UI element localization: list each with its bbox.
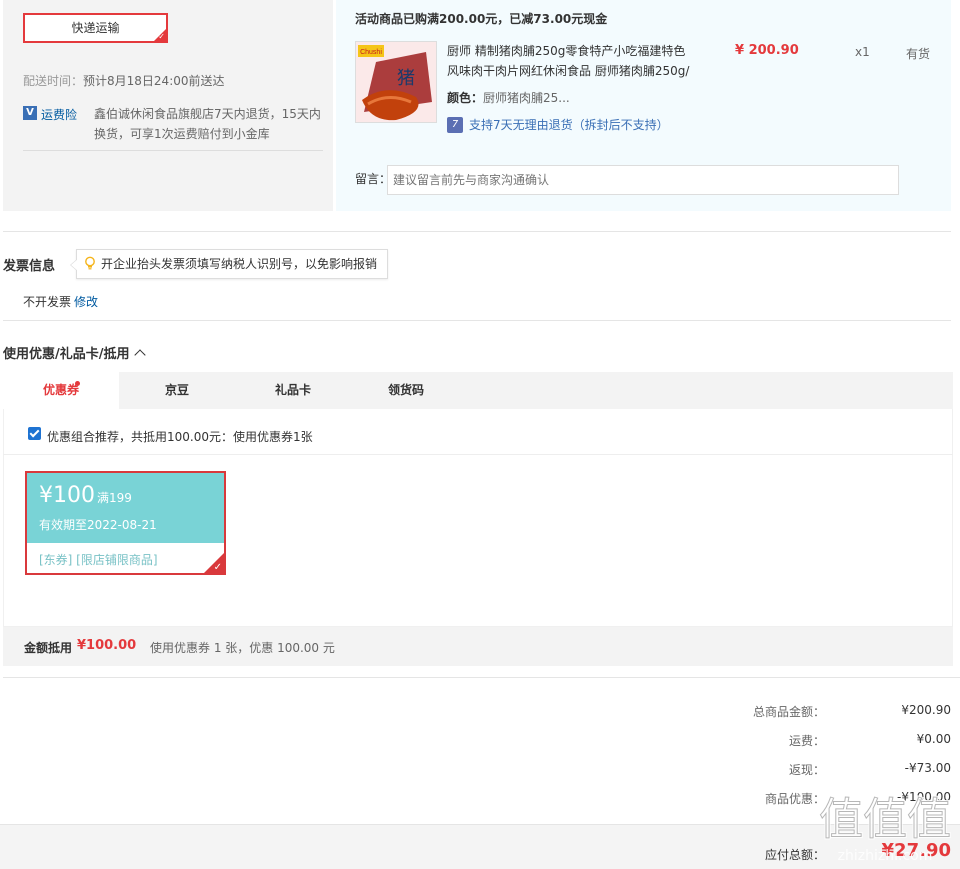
combo-recommend-checkbox[interactable] <box>28 427 41 440</box>
tab-coupons[interactable]: 优惠券 <box>3 372 119 409</box>
summary-value-shipping: ¥0.00 <box>916 732 951 746</box>
coupon-expire: 有效期至2022-08-21 <box>39 518 157 532</box>
product-quantity: x1 <box>855 45 870 59</box>
tab-gift-card[interactable]: 礼品卡 <box>235 372 351 409</box>
lightbulb-icon <box>85 256 95 270</box>
shipping-insurance-text: 鑫伯诚休闲食品旗舰店7天内退货，15天内换货，可享1次运费赔付到小金库 <box>94 107 321 141</box>
product-color-label: 颜色： <box>447 91 484 105</box>
summary-label-cashback: 返现： <box>788 763 825 777</box>
discount-label: 金额抵用 <box>24 641 73 655</box>
shipping-insurance-link[interactable]: 运费险 <box>41 106 77 123</box>
coupon-tabs: 优惠券 京豆 礼品卡 领货码 <box>3 372 953 409</box>
tab-jingdou[interactable]: 京豆 <box>119 372 235 409</box>
divider <box>3 677 960 678</box>
product-image[interactable]: Chushi 猪 <box>355 41 437 123</box>
divider <box>3 454 953 455</box>
tab-jingdou-label: 京豆 <box>164 383 189 397</box>
promo-title: 活动商品已购满200.00元，已减73.00元现金 <box>355 12 608 26</box>
pork-jerky-image: Chushi 猪 <box>356 42 436 122</box>
summary-label-discount: 商品优惠： <box>764 792 825 806</box>
discount-info: 使用优惠券 1 张，优惠 100.00 元 <box>150 641 335 655</box>
product-image-char: 猪 <box>397 68 415 89</box>
summary-label-total: 总商品金额： <box>752 705 825 719</box>
divider <box>23 150 323 151</box>
shipping-method-label: 快递运输 <box>71 21 120 35</box>
check-icon: ✓ <box>213 562 222 573</box>
product-price: ¥ 200.90 <box>735 43 799 58</box>
shield-v-icon: V <box>23 106 37 120</box>
coupon-condition: 满199 <box>97 491 132 505</box>
combo-recommend-text: 优惠组合推荐，共抵用100.00元：使用优惠券1张 <box>47 430 313 444</box>
tab-pickup-code-label: 领货码 <box>387 383 424 397</box>
product-stock-status: 有货 <box>906 47 931 61</box>
coupon-section-toggle[interactable]: 使用优惠/礼品卡/抵用 <box>3 343 146 362</box>
summary-value-discount: -¥100.00 <box>897 790 951 804</box>
coupon-section-title: 使用优惠/礼品卡/抵用 <box>3 347 130 362</box>
discount-amount: ¥100.00 <box>77 638 137 653</box>
invoice-tip: 开企业抬头发票须填写纳税人识别号，以免影响报销 <box>70 249 389 279</box>
coupon-amount-value: ¥100 <box>39 483 95 508</box>
divider <box>3 231 951 232</box>
check-icon: ✓ <box>158 32 165 41</box>
delivery-time-label: 配送时间： <box>23 74 84 88</box>
invoice-value: 不开发票 <box>23 295 72 309</box>
message-input[interactable] <box>387 165 899 195</box>
invoice-tip-text: 开企业抬头发票须填写纳税人识别号，以免影响报销 <box>101 257 378 271</box>
payable-amount: ¥27.90 <box>881 840 951 861</box>
message-label: 留言： <box>355 172 392 186</box>
product-image-logo: Chushi <box>360 49 382 56</box>
summary-value-total: ¥200.90 <box>901 703 951 717</box>
product-color-value: 厨师猪肉脯25... <box>483 91 570 105</box>
divider <box>3 320 951 321</box>
new-dot-icon <box>75 381 80 386</box>
coupon-card-header: ¥100 满199 有效期至2022-08-21 <box>27 473 224 543</box>
delivery-time-value: 预计8月18日24:00前送达 <box>83 74 225 88</box>
chevron-up-icon <box>133 349 146 361</box>
delivery-time: 配送时间：预计8月18日24:00前送达 <box>23 72 225 89</box>
product-color: 颜色：厨师猪肉脯25... <box>447 89 570 106</box>
return-policy-link[interactable]: 支持7天无理由退货（拆封后不支持） <box>469 116 669 133</box>
invoice-title: 发票信息 <box>3 259 56 274</box>
seven-day-return-icon: 7 <box>447 117 463 133</box>
tab-coupons-label: 优惠券 <box>42 383 79 397</box>
summary-label-shipping: 运费： <box>788 734 825 748</box>
payable-label: 应付总额： <box>764 848 825 862</box>
coupon-tags: [东券] [限店铺限商品] <box>39 553 158 567</box>
invoice-edit-link[interactable]: 修改 <box>74 293 98 310</box>
summary-value-cashback: -¥73.00 <box>904 761 951 775</box>
product-name-link[interactable]: 厨师 精制猪肉脯250g零食特产小吃福建特色风味肉干肉片网红休闲食品 厨师猪肉脯… <box>447 41 692 81</box>
tip-arrow-inner <box>71 259 78 271</box>
coupon-card[interactable]: ¥100 满199 有效期至2022-08-21 [东券] [限店铺限商品] ✓ <box>25 471 226 575</box>
shipping-method-button[interactable]: 快递运输 ✓ <box>23 13 168 43</box>
discount-summary-bar <box>3 627 953 666</box>
tab-gift-card-label: 礼品卡 <box>274 383 311 397</box>
coupon-amount: ¥100 满199 <box>39 483 132 508</box>
tab-pickup-code[interactable]: 领货码 <box>351 372 461 409</box>
